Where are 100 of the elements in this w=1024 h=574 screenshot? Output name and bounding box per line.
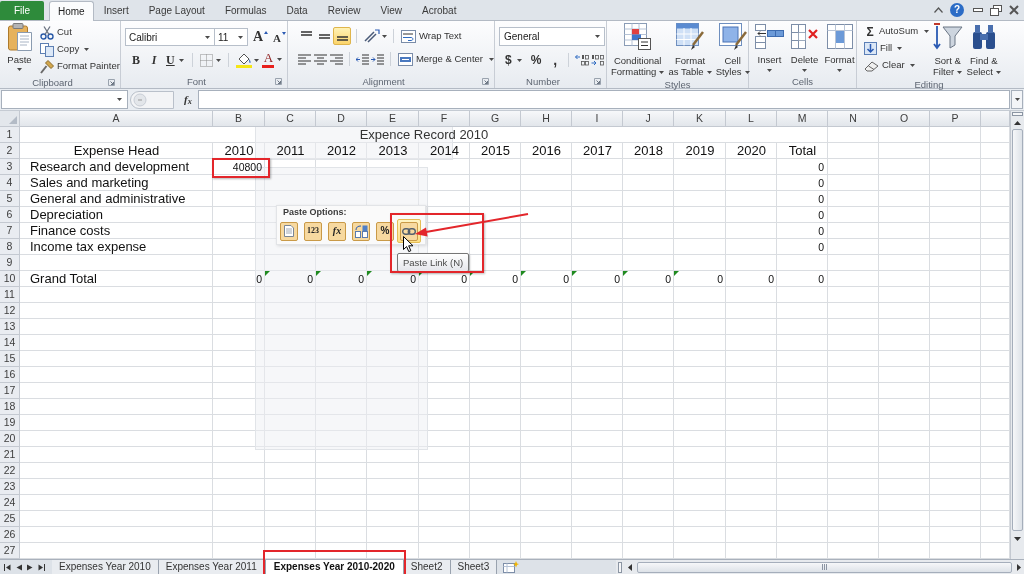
merge-center-button[interactable]: Merge & Center bbox=[395, 50, 494, 68]
row-header[interactable]: 1 bbox=[0, 127, 20, 143]
row-header[interactable]: 23 bbox=[0, 479, 20, 495]
delete-cells-button[interactable]: Delete bbox=[789, 24, 820, 72]
column-header[interactable]: O bbox=[879, 111, 930, 127]
vertical-align-button[interactable] bbox=[333, 27, 351, 45]
percent-button[interactable]: % bbox=[524, 51, 548, 69]
row-header[interactable]: 12 bbox=[0, 303, 20, 319]
row-header[interactable]: 24 bbox=[0, 495, 20, 511]
font-name-field[interactable]: Calibri bbox=[125, 28, 215, 46]
shrink-font-button[interactable]: A bbox=[272, 28, 287, 46]
scroll-right-icon[interactable] bbox=[1017, 563, 1021, 571]
row-header[interactable]: 16 bbox=[0, 367, 20, 383]
ribbon-tab[interactable]: View bbox=[370, 1, 412, 20]
copy-button[interactable]: Copy bbox=[40, 41, 120, 58]
column-header[interactable]: G bbox=[470, 111, 521, 127]
column-header[interactable]: N bbox=[828, 111, 879, 127]
autosum-button[interactable]: Σ AutoSum bbox=[864, 23, 933, 40]
dialog-launcher-icon[interactable] bbox=[594, 78, 601, 85]
column-header[interactable]: A bbox=[20, 111, 213, 127]
ribbon-tab[interactable]: Home bbox=[49, 1, 94, 21]
insert-cells-button[interactable]: Insert bbox=[754, 24, 785, 72]
scroll-down-icon[interactable] bbox=[1014, 537, 1021, 541]
find-select-button[interactable]: Find & Select bbox=[966, 23, 1001, 77]
dialog-launcher-icon[interactable] bbox=[275, 78, 282, 85]
row-header[interactable]: 4 bbox=[0, 175, 20, 191]
previous-sheet-icon[interactable] bbox=[16, 563, 22, 571]
row-header[interactable]: 19 bbox=[0, 415, 20, 431]
format-painter-button[interactable]: Format Painter bbox=[40, 58, 120, 75]
row-header[interactable]: 20 bbox=[0, 431, 20, 447]
grow-font-button[interactable]: A bbox=[251, 28, 270, 46]
ribbon-tab[interactable]: Page Layout bbox=[138, 1, 215, 20]
row-header[interactable]: 27 bbox=[0, 543, 20, 559]
ribbon-tab[interactable]: Acrobat bbox=[412, 1, 467, 20]
ribbon-tab[interactable]: Data bbox=[276, 1, 318, 20]
split-box-icon[interactable] bbox=[618, 561, 622, 573]
paste-option-button[interactable]: fx bbox=[328, 221, 346, 241]
sheet-tab[interactable]: Expenses Year 2011 bbox=[158, 560, 265, 574]
last-sheet-icon[interactable] bbox=[38, 563, 45, 571]
column-header[interactable]: M bbox=[777, 111, 828, 127]
fill-color-button[interactable] bbox=[233, 51, 261, 69]
grip-handle-icon[interactable] bbox=[130, 90, 174, 109]
column-header[interactable]: P bbox=[930, 111, 981, 127]
comma-style-button[interactable]: , bbox=[547, 51, 564, 69]
orientation-button[interactable] bbox=[362, 27, 388, 45]
column-header[interactable]: L bbox=[726, 111, 777, 127]
sheet-tab[interactable]: Expenses Year 2010 bbox=[52, 560, 159, 574]
row-header[interactable]: 8 bbox=[0, 239, 20, 255]
format-cells-button[interactable]: Format bbox=[824, 24, 855, 72]
column-header[interactable]: J bbox=[623, 111, 674, 127]
column-header[interactable]: I bbox=[572, 111, 623, 127]
vertical-scrollbar[interactable] bbox=[1010, 111, 1024, 559]
format-as-table-button[interactable]: Format as Table bbox=[668, 23, 712, 77]
row-header[interactable]: 2 bbox=[0, 143, 20, 159]
column-header[interactable]: B bbox=[213, 111, 265, 127]
number-format-field[interactable]: General bbox=[499, 27, 605, 46]
underline-button[interactable]: U bbox=[163, 51, 187, 69]
font-size-field[interactable]: 11 bbox=[214, 28, 248, 46]
close-icon[interactable] bbox=[1009, 5, 1019, 15]
help-button[interactable]: ? bbox=[950, 3, 964, 17]
scroll-left-icon[interactable] bbox=[628, 563, 632, 571]
cell-styles-button[interactable]: Cell Styles bbox=[715, 23, 750, 77]
row-header[interactable]: 15 bbox=[0, 351, 20, 367]
clear-button[interactable]: Clear bbox=[864, 57, 933, 74]
row-header[interactable]: 13 bbox=[0, 319, 20, 335]
horizontal-scrollbar[interactable] bbox=[616, 560, 1024, 574]
minimize-icon[interactable] bbox=[973, 8, 983, 12]
column-header[interactable]: K bbox=[674, 111, 726, 127]
chevron-up-icon[interactable] bbox=[934, 7, 943, 13]
paste-button[interactable]: Paste bbox=[3, 23, 36, 75]
sort-filter-button[interactable]: Sort & Filter bbox=[932, 23, 963, 77]
scrollbar-thumb[interactable] bbox=[637, 561, 1012, 573]
insert-function-button[interactable]: f$_{x}$ bbox=[181, 90, 195, 109]
row-header[interactable]: 3 bbox=[0, 159, 20, 175]
ribbon-tab[interactable]: File bbox=[0, 1, 44, 20]
name-box[interactable] bbox=[1, 90, 128, 109]
currency-button[interactable]: $ bbox=[502, 51, 525, 69]
row-header[interactable]: 14 bbox=[0, 335, 20, 351]
fill-button[interactable]: Fill bbox=[864, 40, 933, 57]
bold-button[interactable]: B bbox=[127, 51, 145, 69]
first-sheet-icon[interactable] bbox=[4, 563, 11, 571]
ribbon-tab[interactable]: Formulas bbox=[214, 1, 277, 20]
cut-button[interactable]: Cut bbox=[40, 24, 120, 41]
column-header[interactable]: F bbox=[419, 111, 470, 127]
row-header[interactable]: 6 bbox=[0, 207, 20, 223]
italic-button[interactable]: I bbox=[145, 51, 163, 69]
row-header[interactable]: 10 bbox=[0, 271, 20, 287]
sheet-tab[interactable]: Expenses Year 2010-2020 bbox=[264, 560, 404, 574]
paste-option-button[interactable]: 123 bbox=[304, 221, 322, 241]
sheet-tab[interactable]: Sheet2 bbox=[403, 560, 451, 574]
row-header[interactable]: 25 bbox=[0, 511, 20, 527]
row-header[interactable]: 9 bbox=[0, 255, 20, 271]
row-header[interactable]: 18 bbox=[0, 399, 20, 415]
expand-formula-button[interactable] bbox=[1011, 90, 1023, 109]
column-header[interactable]: E bbox=[367, 111, 419, 127]
row-header[interactable]: 26 bbox=[0, 527, 20, 543]
row-header[interactable]: 21 bbox=[0, 447, 20, 463]
column-header[interactable]: C bbox=[265, 111, 316, 127]
column-header[interactable]: D bbox=[316, 111, 367, 127]
scroll-up-icon[interactable] bbox=[1014, 121, 1021, 125]
